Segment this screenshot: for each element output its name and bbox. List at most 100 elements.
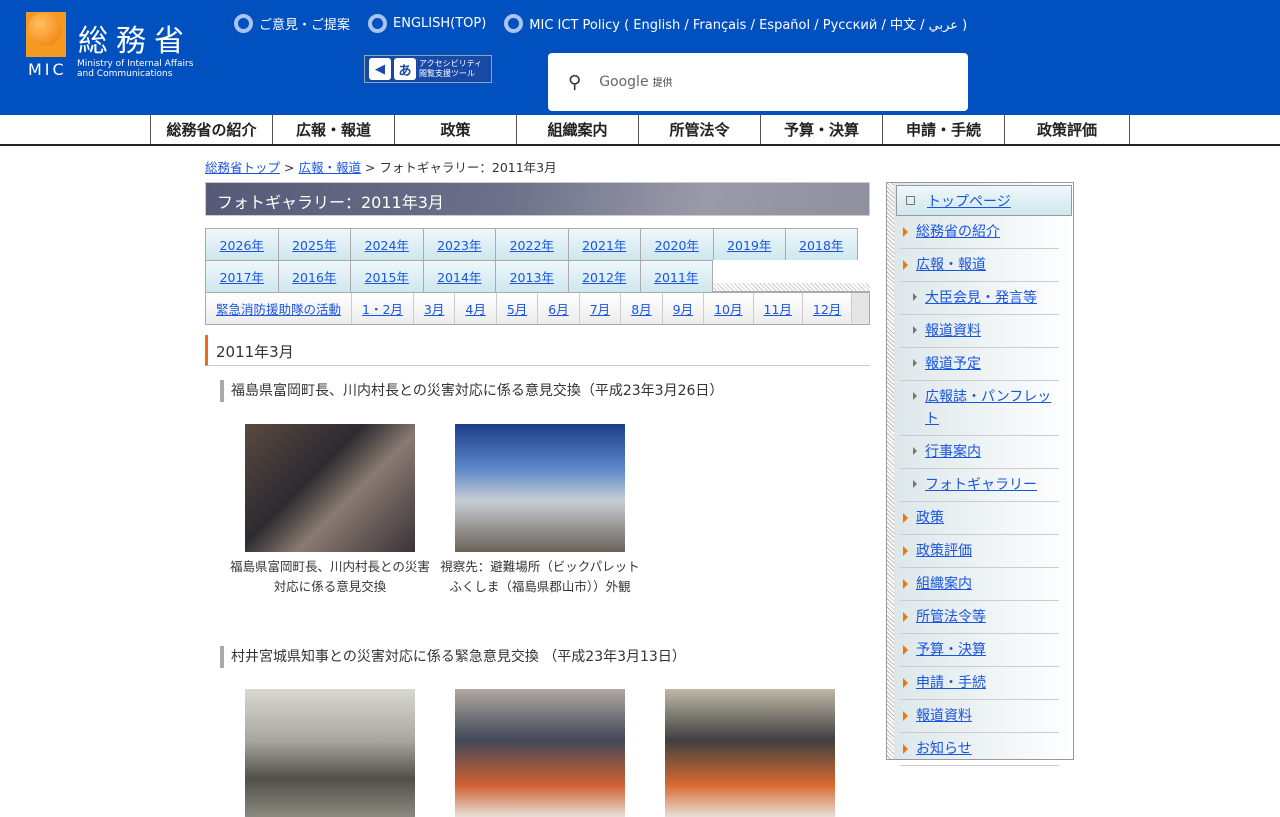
- year-tab[interactable]: 2026年: [205, 228, 278, 260]
- month-tab[interactable]: 8月: [621, 293, 663, 324]
- breadcrumb-home[interactable]: 総務省トップ: [205, 160, 280, 175]
- year-link[interactable]: 2025年: [292, 235, 336, 254]
- year-tab[interactable]: 2024年: [350, 228, 423, 260]
- month-link[interactable]: 4月: [465, 299, 485, 318]
- year-link[interactable]: 2014年: [437, 267, 481, 286]
- month-link[interactable]: 3月: [424, 299, 444, 318]
- sidebar-item[interactable]: 組織案内: [900, 568, 1059, 601]
- month-link[interactable]: 11月: [764, 299, 792, 318]
- month-link[interactable]: 10月: [714, 299, 742, 318]
- photo-conference-room[interactable]: [245, 689, 415, 817]
- accessibility-tool-button[interactable]: ◀ あ アクセシビリティ 閲覧支援ツール: [364, 55, 492, 83]
- sidebar-top-page[interactable]: トップページ: [896, 185, 1072, 216]
- year-link[interactable]: 2026年: [220, 235, 264, 254]
- sidebar-item[interactable]: 所管法令等: [900, 601, 1059, 634]
- month-link[interactable]: 緊急消防援助隊の活動: [216, 299, 341, 318]
- sidebar-link[interactable]: 予算・決算: [916, 639, 986, 661]
- sidebar-item[interactable]: 申請・手続: [900, 667, 1059, 700]
- sidebar-item[interactable]: 政策: [900, 502, 1059, 535]
- nav-item[interactable]: 申請・手続: [883, 115, 1005, 144]
- year-tab[interactable]: 2014年: [422, 260, 495, 292]
- month-tab[interactable]: 4月: [455, 293, 497, 324]
- month-link[interactable]: 7月: [590, 299, 610, 318]
- year-link[interactable]: 2012年: [582, 267, 626, 286]
- year-link[interactable]: 2013年: [510, 267, 554, 286]
- photo-big-palette[interactable]: [455, 424, 625, 552]
- month-link[interactable]: 9月: [673, 299, 693, 318]
- year-tab[interactable]: 2023年: [422, 228, 495, 260]
- year-tab[interactable]: 2025年: [277, 228, 350, 260]
- sidebar-link[interactable]: 所管法令等: [916, 606, 986, 628]
- sidebar-item[interactable]: 政策評価: [900, 535, 1059, 568]
- nav-item[interactable]: 組織案内: [517, 115, 639, 144]
- year-link[interactable]: 2024年: [365, 235, 409, 254]
- sidebar-link[interactable]: 報道資料: [925, 320, 981, 342]
- year-tab[interactable]: 2015年: [350, 260, 423, 292]
- photo-meeting[interactable]: [245, 424, 415, 552]
- year-link[interactable]: 2019年: [727, 235, 771, 254]
- month-tab[interactable]: 5月: [496, 293, 539, 324]
- month-tab[interactable]: 1・2月: [352, 293, 414, 324]
- sidebar-link[interactable]: 総務省の紹介: [916, 221, 1000, 243]
- nav-item[interactable]: 所管法令: [639, 115, 761, 144]
- month-tab[interactable]: 9月: [662, 293, 705, 324]
- sidebar-item[interactable]: お知らせ: [900, 733, 1059, 766]
- month-tab[interactable]: 11月: [753, 293, 803, 324]
- year-link[interactable]: 2020年: [655, 235, 699, 254]
- sidebar-item[interactable]: 予算・決算: [900, 634, 1059, 667]
- search-icon[interactable]: ⚲: [568, 72, 581, 93]
- photo-officials-table[interactable]: [665, 689, 835, 817]
- sidebar-link[interactable]: 広報・報道: [916, 254, 986, 276]
- sidebar-link[interactable]: 政策評価: [916, 540, 972, 562]
- month-tab[interactable]: 10月: [704, 293, 754, 324]
- year-link[interactable]: 2023年: [437, 235, 481, 254]
- sidebar-link[interactable]: 大臣会見・発言等: [925, 287, 1037, 309]
- month-link[interactable]: 12月: [813, 299, 841, 318]
- sidebar-item[interactable]: 行事案内: [900, 436, 1059, 469]
- sidebar-item[interactable]: フォトギャラリー: [900, 469, 1059, 502]
- year-link[interactable]: 2016年: [292, 267, 336, 286]
- sidebar-link[interactable]: 政策: [916, 507, 944, 529]
- month-link[interactable]: 1・2月: [362, 299, 403, 318]
- month-link[interactable]: 8月: [631, 299, 651, 318]
- sidebar-link[interactable]: お知らせ: [916, 738, 972, 760]
- year-tab[interactable]: 2022年: [495, 228, 568, 260]
- nav-item[interactable]: 政策評価: [1005, 115, 1130, 144]
- month-tab[interactable]: 3月: [413, 293, 456, 324]
- photo-fire-officials[interactable]: [455, 689, 625, 817]
- year-link[interactable]: 2022年: [510, 235, 554, 254]
- nav-item[interactable]: 広報・報道: [273, 115, 395, 144]
- month-link[interactable]: 5月: [507, 299, 527, 318]
- month-tab[interactable]: 7月: [579, 293, 622, 324]
- sidebar-link[interactable]: 広報誌・パンフレット: [925, 386, 1059, 430]
- sidebar-item[interactable]: 報道資料: [900, 700, 1059, 733]
- sidebar-item[interactable]: 広報・報道: [900, 249, 1059, 282]
- sidebar-item[interactable]: 大臣会見・発言等: [900, 282, 1059, 315]
- year-link[interactable]: 2017年: [220, 267, 264, 286]
- sidebar-link[interactable]: フォトギャラリー: [925, 474, 1037, 496]
- sidebar-link[interactable]: 組織案内: [916, 573, 972, 595]
- nav-item[interactable]: 総務省の紹介: [151, 115, 273, 144]
- sidebar-item[interactable]: 報道予定: [900, 348, 1059, 381]
- month-link[interactable]: 6月: [548, 299, 568, 318]
- nav-item[interactable]: 予算・決算: [761, 115, 883, 144]
- year-link[interactable]: 2021年: [582, 235, 626, 254]
- mic-logo[interactable]: 総務省 MIC Ministry of Internal Affairs and …: [26, 12, 211, 82]
- year-link[interactable]: 2011年: [654, 267, 698, 286]
- month-tab[interactable]: 6月: [538, 293, 580, 324]
- year-link[interactable]: 2018年: [799, 235, 843, 254]
- sidebar-item[interactable]: 報道資料: [900, 315, 1059, 348]
- month-tab[interactable]: 12月: [802, 293, 853, 324]
- year-tab[interactable]: 2019年: [712, 228, 785, 260]
- year-tab[interactable]: 2016年: [277, 260, 350, 292]
- sidebar-link[interactable]: 行事案内: [925, 441, 981, 463]
- year-link[interactable]: 2015年: [365, 267, 409, 286]
- breadcrumb-press[interactable]: 広報・報道: [298, 160, 361, 175]
- sidebar-link[interactable]: 報道資料: [916, 705, 972, 727]
- ict-policy-link[interactable]: MIC ICT Policy ( English / Français / Es…: [504, 14, 967, 33]
- year-tab[interactable]: 2020年: [640, 228, 713, 260]
- sidebar-top-link[interactable]: トップページ: [927, 191, 1011, 211]
- search-input[interactable]: ⚲ Google 提供: [548, 53, 968, 111]
- month-tab[interactable]: 緊急消防援助隊の活動: [206, 293, 353, 324]
- year-tab[interactable]: 2018年: [785, 228, 858, 260]
